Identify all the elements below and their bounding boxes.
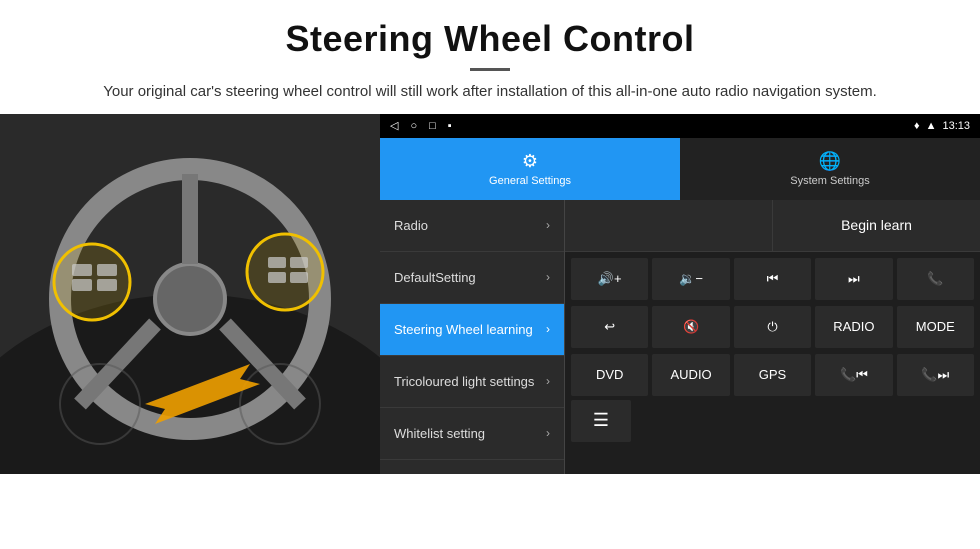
call-button[interactable]: 📞 [897,258,974,300]
gps-label: GPS [759,367,786,382]
car-image-area [0,114,380,474]
chevron-right-icon: › [546,374,550,388]
power-button[interactable]: ⏻ [734,306,811,348]
android-ui: ◁ ○ □ ▪ ♦ ▲ 13:13 ⚙ General Settings 🌐 S… [380,114,980,474]
empty-input-box [565,200,773,251]
nav-menu-icon[interactable]: ▪ [448,120,452,132]
menu-item-whitelist[interactable]: Whitelist setting › [380,408,564,460]
main-content: ◁ ○ □ ▪ ♦ ▲ 13:13 ⚙ General Settings 🌐 S… [0,114,980,474]
control-button-row-2: ↩ 🔇 ⏻ RADIO MODE [565,306,980,354]
audio-button[interactable]: AUDIO [652,354,729,396]
left-menu: Radio › DefaultSetting › Steering Wheel … [380,200,565,474]
nav-buttons: ◁ ○ □ ▪ [390,119,452,132]
call-prev-icon: 📞⏮ [840,367,868,383]
chevron-right-icon: › [546,218,550,232]
list-icon: ☰ [593,410,609,431]
menu-item-whitelist-label: Whitelist setting [394,426,485,441]
mute-button[interactable]: 🔇 [652,306,729,348]
control-button-row-1: 🔊+ 🔉− ⏮ ⏭ 📞 [565,252,980,306]
audio-label: AUDIO [671,367,712,382]
call-prev-button[interactable]: 📞⏮ [815,354,892,396]
wifi-icon: ▲ [926,120,937,132]
tab-general-label: General Settings [489,175,571,187]
call-next-icon: 📞⏭ [921,367,949,383]
tab-bar: ⚙ General Settings 🌐 System Settings [380,138,980,200]
page-header: Steering Wheel Control Your original car… [0,0,980,114]
menu-item-radio[interactable]: Radio › [380,200,564,252]
menu-item-default-label: DefaultSetting [394,270,476,285]
content-area: Radio › DefaultSetting › Steering Wheel … [380,200,980,474]
vol-up-icon: 🔊+ [598,271,622,287]
menu-item-tricoloured[interactable]: Tricoloured light settings › [380,356,564,408]
right-panel: Begin learn 🔊+ 🔉− ⏮ ⏭ [565,200,980,474]
nav-home-icon[interactable]: ○ [410,120,417,132]
hang-up-button[interactable]: ↩ [571,306,648,348]
menu-item-default-setting[interactable]: DefaultSetting › [380,252,564,304]
title-divider [470,68,510,71]
tab-general-settings[interactable]: ⚙ General Settings [380,138,680,200]
radio-label: RADIO [833,319,874,334]
menu-item-radio-label: Radio [394,218,428,233]
dvd-button[interactable]: DVD [571,354,648,396]
prev-track-icon: ⏮ [767,271,779,287]
status-bar: ◁ ○ □ ▪ ♦ ▲ 13:13 [380,114,980,138]
car-background [0,114,380,474]
system-settings-icon: 🌐 [819,151,841,172]
list-button[interactable]: ☰ [571,400,631,442]
control-button-row-3: DVD AUDIO GPS 📞⏮ 📞⏭ [565,354,980,400]
next-track-button[interactable]: ⏭ [815,258,892,300]
call-next-button[interactable]: 📞⏭ [897,354,974,396]
single-icon-row: ☰ [565,400,980,442]
mute-icon: 🔇 [683,319,699,335]
time-display: 13:13 [942,120,970,132]
mode-label: MODE [916,319,955,334]
vol-down-icon: 🔉− [679,271,703,287]
power-icon: ⏻ [767,319,777,335]
chevron-right-icon: › [546,426,550,440]
general-settings-icon: ⚙ [522,151,538,172]
chevron-right-icon: › [546,270,550,284]
menu-item-steering-label: Steering Wheel learning [394,322,533,337]
begin-learn-row: Begin learn [565,200,980,252]
hang-up-icon: ↩ [604,319,615,335]
tab-system-settings[interactable]: 🌐 System Settings [680,138,980,200]
location-icon: ♦ [914,120,920,132]
dvd-label: DVD [596,367,623,382]
nav-recent-icon[interactable]: □ [429,120,436,132]
chevron-right-icon: › [546,322,550,336]
menu-item-steering-wheel[interactable]: Steering Wheel learning › [380,304,564,356]
begin-learn-button[interactable]: Begin learn [773,200,980,251]
steering-wheel-svg [0,114,380,474]
tab-system-label: System Settings [790,175,869,187]
status-indicators: ♦ ▲ 13:13 [914,120,970,132]
page-description: Your original car's steering wheel contr… [60,81,920,104]
mode-button[interactable]: MODE [897,306,974,348]
prev-track-button[interactable]: ⏮ [734,258,811,300]
radio-button[interactable]: RADIO [815,306,892,348]
call-icon: 📞 [927,271,943,287]
next-track-icon: ⏭ [848,271,860,287]
vol-down-button[interactable]: 🔉− [652,258,729,300]
menu-item-tricoloured-label: Tricoloured light settings [394,374,534,389]
vol-up-button[interactable]: 🔊+ [571,258,648,300]
nav-back-icon[interactable]: ◁ [390,119,398,132]
page-title: Steering Wheel Control [60,18,920,60]
gps-button[interactable]: GPS [734,354,811,396]
